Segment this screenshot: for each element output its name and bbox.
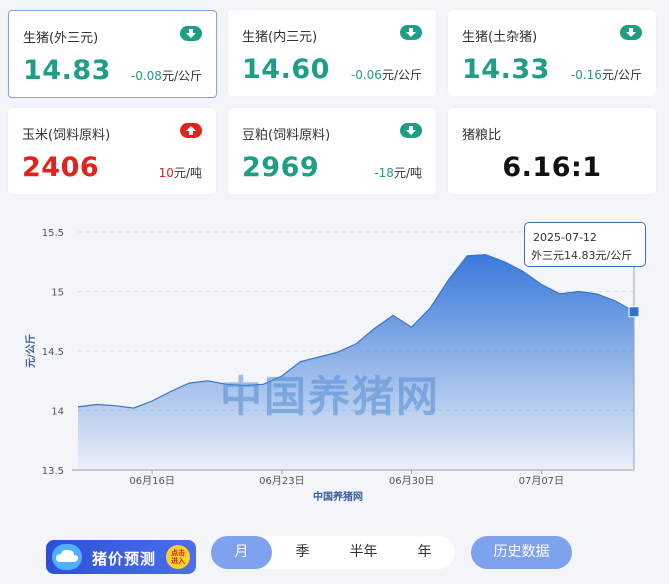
x-tick-label: 06月23日 <box>259 475 304 487</box>
card-value: 6.16:1 <box>502 152 602 183</box>
change-unit: 元/公斤 <box>601 68 642 82</box>
card-change: -0.06元/公斤 <box>351 66 422 83</box>
card-value: 2969 <box>242 152 320 183</box>
change-value: -0.16 <box>570 68 602 82</box>
data-point <box>355 342 358 345</box>
data-point <box>558 292 561 295</box>
card-change: 10元/吨 <box>159 164 202 181</box>
y-tick-label: 13.5 <box>42 466 64 477</box>
price-card-neisanyuan[interactable]: 生猪(内三元) 14.60 -0.06元/公斤 <box>228 10 436 96</box>
data-point <box>503 260 506 263</box>
badge-line2: 进入 <box>171 557 185 565</box>
x-axis-title: 中国养猪网 <box>313 490 363 503</box>
data-point <box>206 379 209 382</box>
card-label: 豆粕(饲料原料) <box>242 128 331 143</box>
data-point <box>410 326 413 329</box>
data-point <box>429 307 432 310</box>
down-arrow-icon <box>180 26 202 41</box>
watermark-text: 中国养猪网 <box>220 372 441 421</box>
card-label: 生猪(内三元) <box>242 30 318 45</box>
active-point-marker <box>628 306 640 318</box>
data-point <box>373 327 376 330</box>
card-value: 14.83 <box>23 55 111 86</box>
card-label: 生猪(外三元) <box>23 31 99 46</box>
card-value: 14.33 <box>462 54 550 85</box>
x-tick-label: 06月16日 <box>129 475 174 487</box>
period-tabs: 月 季 半年 年 <box>211 536 455 569</box>
change-value: 10 <box>158 166 174 180</box>
card-change: -0.08元/公斤 <box>131 67 202 84</box>
data-point <box>169 390 172 393</box>
data-point <box>317 356 320 359</box>
price-card-pig-grain-ratio[interactable]: 猪粮比 6.16:1 <box>448 108 656 194</box>
data-point <box>595 292 598 295</box>
data-point <box>95 403 98 406</box>
y-tick-label: 15 <box>51 288 64 299</box>
change-unit: 元/吨 <box>393 166 422 180</box>
card-change: -18元/吨 <box>374 164 422 181</box>
cloud-icon <box>52 544 82 570</box>
change-value: -0.06 <box>350 68 382 82</box>
y-axis-title: 元/公斤 <box>24 334 37 368</box>
price-card-corn[interactable]: 玉米(饲料原料) 2406 10元/吨 <box>8 108 216 194</box>
data-point <box>540 283 543 286</box>
down-arrow-icon <box>620 25 642 40</box>
card-label: 玉米(饲料原料) <box>22 128 111 143</box>
price-card-tuzazhu[interactable]: 生猪(土杂猪) 14.33 -0.16元/公斤 <box>448 10 656 96</box>
data-point <box>614 300 617 303</box>
data-point <box>484 253 487 256</box>
card-label: 猪粮比 <box>462 128 502 143</box>
price-prediction-button[interactable]: 猪价预测 点击 进入 <box>46 540 196 574</box>
change-unit: 元/公斤 <box>161 69 202 83</box>
click-enter-badge: 点击 进入 <box>166 545 190 569</box>
price-card-soymeal[interactable]: 豆粕(饲料原料) 2969 -18元/吨 <box>228 108 436 194</box>
badge-line1: 点击 <box>171 549 185 557</box>
data-point <box>336 351 339 354</box>
data-point <box>577 290 580 293</box>
x-tick-label: 07月07日 <box>519 475 564 487</box>
history-data-button[interactable]: 历史数据 <box>471 536 572 569</box>
change-value: -18 <box>374 166 394 180</box>
tab-half-year[interactable]: 半年 <box>333 536 394 569</box>
tab-quarter[interactable]: 季 <box>272 536 333 569</box>
data-point <box>132 407 135 410</box>
chart-tooltip: 2025-07-12 外三元14.83元/公斤 <box>524 222 646 267</box>
price-card-waisanyuan[interactable]: 生猪(外三元) 14.83 -0.08元/公斤 <box>8 10 217 98</box>
card-label: 生猪(土杂猪) <box>462 30 538 45</box>
data-point <box>521 270 524 273</box>
change-value: -0.08 <box>130 69 162 83</box>
card-change: -0.16元/公斤 <box>571 66 642 83</box>
down-arrow-icon <box>400 25 422 40</box>
data-point <box>77 405 80 408</box>
y-tick-label: 15.5 <box>42 228 64 239</box>
change-unit: 元/公斤 <box>381 68 422 82</box>
data-point <box>447 278 450 281</box>
tab-month[interactable]: 月 <box>211 536 272 569</box>
y-tick-label: 14 <box>51 407 64 418</box>
card-value: 14.60 <box>242 54 330 85</box>
data-point <box>188 382 191 385</box>
change-unit: 元/吨 <box>173 166 202 180</box>
tooltip-value: 外三元14.83元/公斤 <box>531 249 633 262</box>
prediction-label: 猪价预测 <box>92 550 157 568</box>
data-point <box>114 404 117 407</box>
data-point <box>392 314 395 317</box>
tooltip-date: 2025-07-12 <box>533 231 597 244</box>
up-arrow-icon <box>180 123 202 138</box>
card-value: 2406 <box>22 152 100 183</box>
x-tick-label: 06月30日 <box>389 475 434 487</box>
data-point <box>466 254 469 257</box>
down-arrow-icon <box>400 123 422 138</box>
tab-year[interactable]: 年 <box>394 536 455 569</box>
y-tick-label: 14.5 <box>42 347 64 358</box>
data-point <box>151 400 154 403</box>
